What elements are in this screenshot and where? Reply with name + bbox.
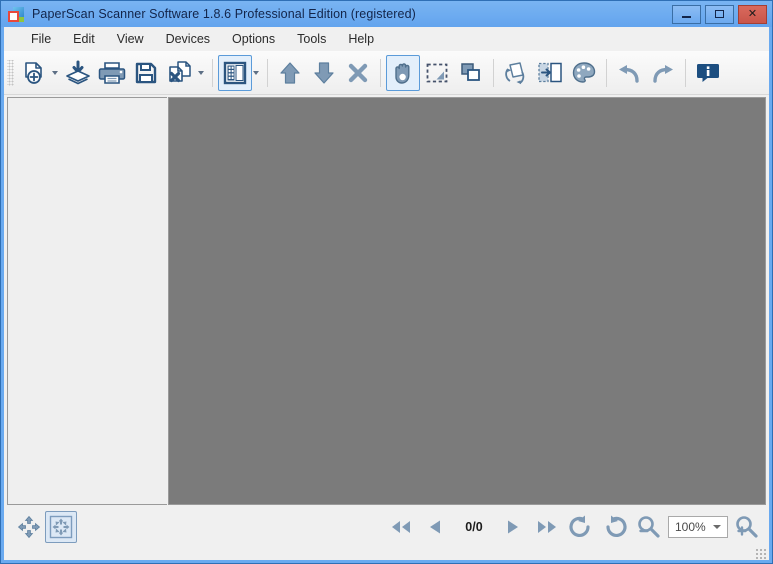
split-page-icon — [536, 60, 564, 86]
previous-page-button[interactable] — [419, 511, 451, 543]
undo-button[interactable] — [612, 55, 646, 91]
client-area: File Edit View Devices Options Tools Hel… — [4, 27, 769, 560]
zoom-in-button[interactable] — [731, 511, 763, 543]
crop-icon — [458, 60, 484, 86]
info-bubble-icon — [695, 60, 721, 86]
move-page-up-button[interactable] — [273, 55, 307, 91]
move-page-down-button[interactable] — [307, 55, 341, 91]
rotate-ccw-icon — [567, 514, 595, 540]
play-backward-icon — [425, 517, 445, 537]
fit-to-window-button[interactable] — [13, 511, 45, 543]
maximize-icon — [715, 10, 724, 18]
close-x-icon — [346, 60, 370, 86]
first-page-button[interactable] — [385, 511, 417, 543]
main-body — [4, 95, 769, 505]
menu-item-view[interactable]: View — [106, 29, 155, 49]
info-button[interactable] — [691, 55, 725, 91]
color-palette-icon — [571, 60, 597, 86]
toolbar-separator — [380, 58, 381, 87]
redo-arrow-icon — [649, 60, 677, 86]
thumbnail-panel[interactable] — [7, 97, 167, 505]
next-page-button[interactable] — [497, 511, 529, 543]
page-navigation: 0/0 100% — [385, 511, 763, 543]
close-button[interactable]: ✕ — [738, 4, 767, 24]
document-delete-icon — [166, 60, 194, 86]
thumbnail-panel-button[interactable] — [218, 54, 252, 91]
maximize-button[interactable] — [705, 4, 734, 24]
remove-page-button[interactable] — [341, 55, 375, 91]
color-adjust-button[interactable] — [567, 55, 601, 91]
minimize-button[interactable] — [672, 4, 701, 24]
document-add-icon — [21, 60, 47, 86]
resize-grip[interactable] — [755, 548, 767, 560]
menu-item-help[interactable]: Help — [337, 29, 385, 49]
redo-button[interactable] — [646, 55, 680, 91]
menu-item-file[interactable]: File — [20, 29, 62, 49]
select-region-button[interactable] — [420, 55, 454, 91]
panel-layout-icon — [222, 60, 248, 86]
chevron-down-icon[interactable] — [713, 524, 721, 529]
title-bar: PaperScan Scanner Software 1.8.6 Profess… — [1, 1, 772, 27]
main-toolbar — [4, 51, 769, 95]
toolbar-drag-handle[interactable] — [7, 59, 14, 86]
zoom-in-icon — [734, 514, 760, 540]
deskew-page-icon — [502, 60, 530, 86]
rotate-left-button[interactable] — [565, 511, 597, 543]
split-page-button[interactable] — [533, 55, 567, 91]
floppy-save-icon — [133, 60, 159, 86]
bottom-toolbar: 0/0 100% — [4, 505, 769, 548]
hand-tool-button[interactable] — [386, 54, 420, 91]
play-forward-icon — [503, 517, 523, 537]
window-title: PaperScan Scanner Software 1.8.6 Profess… — [32, 7, 416, 21]
zoom-level-value: 100% — [675, 519, 706, 534]
menu-item-options[interactable]: Options — [221, 29, 286, 49]
zoom-out-button[interactable] — [633, 511, 665, 543]
menu-item-tools[interactable]: Tools — [286, 29, 337, 49]
save-button[interactable] — [129, 55, 163, 91]
paperscan-logo-icon — [8, 6, 24, 22]
rotate-right-button[interactable] — [599, 511, 631, 543]
arrow-down-icon — [312, 60, 336, 86]
zoom-level-combobox[interactable]: 100% — [668, 515, 728, 538]
application-window: PaperScan Scanner Software 1.8.6 Profess… — [0, 0, 773, 564]
printer-icon — [98, 60, 126, 86]
menu-item-edit[interactable]: Edit — [62, 29, 106, 49]
toolbar-separator — [212, 58, 213, 87]
undo-arrow-icon — [615, 60, 643, 86]
rotate-cw-icon — [601, 514, 629, 540]
skip-backward-icon — [388, 517, 414, 537]
page-counter: 0/0 — [465, 519, 483, 534]
deskew-button[interactable] — [499, 55, 533, 91]
thumbnail-panel-dropdown-caret[interactable] — [253, 70, 259, 75]
toolbar-separator — [606, 58, 607, 87]
new-document-dropdown-caret[interactable] — [52, 70, 58, 75]
dashed-selection-icon — [424, 60, 450, 86]
zoom-out-icon — [636, 514, 662, 540]
menu-item-devices[interactable]: Devices — [155, 29, 221, 49]
delete-page-dropdown-caret[interactable] — [198, 70, 204, 75]
import-stack-icon — [64, 60, 92, 86]
move-arrows-icon — [17, 515, 41, 539]
fit-page-button[interactable] — [45, 510, 77, 543]
toolbar-separator — [685, 58, 686, 87]
hand-icon — [390, 60, 416, 86]
window-controls: ✕ — [672, 4, 767, 24]
toolbar-separator — [267, 58, 268, 87]
import-pages-button[interactable] — [61, 55, 95, 91]
delete-page-button[interactable] — [163, 55, 197, 91]
new-document-button[interactable] — [17, 55, 51, 91]
minimize-icon — [682, 16, 691, 18]
toolbar-separator — [493, 58, 494, 87]
page-viewer[interactable] — [168, 97, 766, 505]
fit-page-icon — [49, 515, 73, 539]
menu-bar: File Edit View Devices Options Tools Hel… — [4, 27, 769, 51]
skip-forward-icon — [534, 517, 560, 537]
print-button[interactable] — [95, 55, 129, 91]
status-bar — [4, 548, 769, 560]
last-page-button[interactable] — [531, 511, 563, 543]
arrow-up-icon — [278, 60, 302, 86]
crop-button[interactable] — [454, 55, 488, 91]
